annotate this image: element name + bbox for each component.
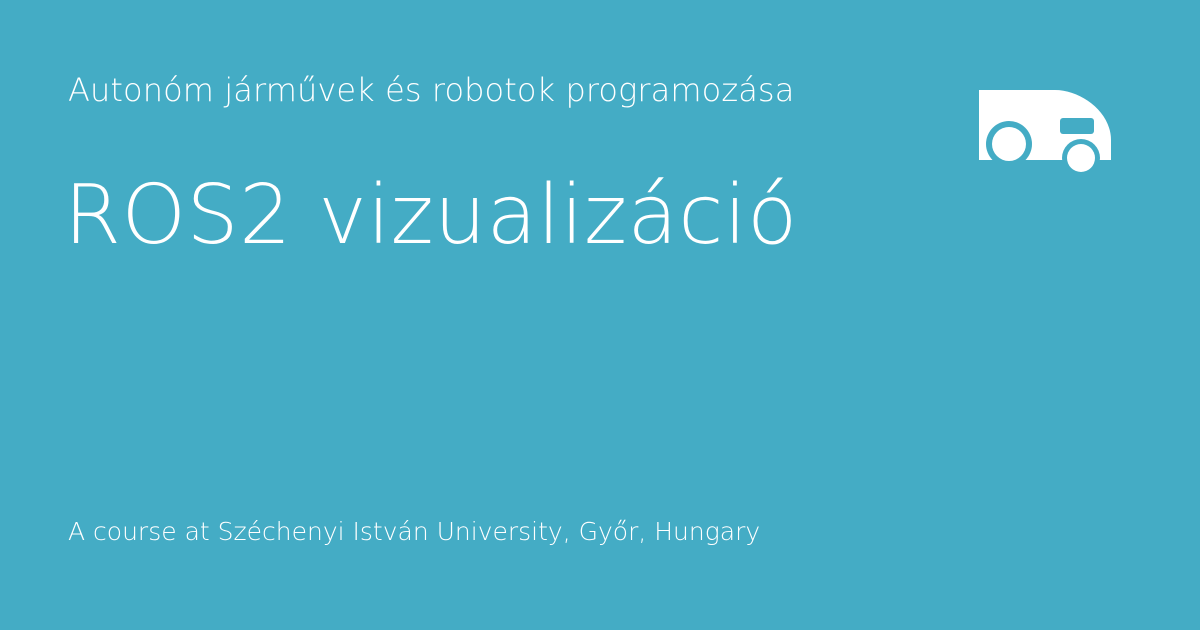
footer-text: A course at Széchenyi István University,…: [68, 517, 761, 546]
page-title: ROS2 vizualizáció: [64, 168, 798, 263]
social-card: Autonóm járművek és robotok programozása…: [0, 0, 1200, 630]
vehicle-icon: [979, 90, 1111, 176]
course-title: Autonóm járművek és robotok programozása: [68, 71, 795, 109]
